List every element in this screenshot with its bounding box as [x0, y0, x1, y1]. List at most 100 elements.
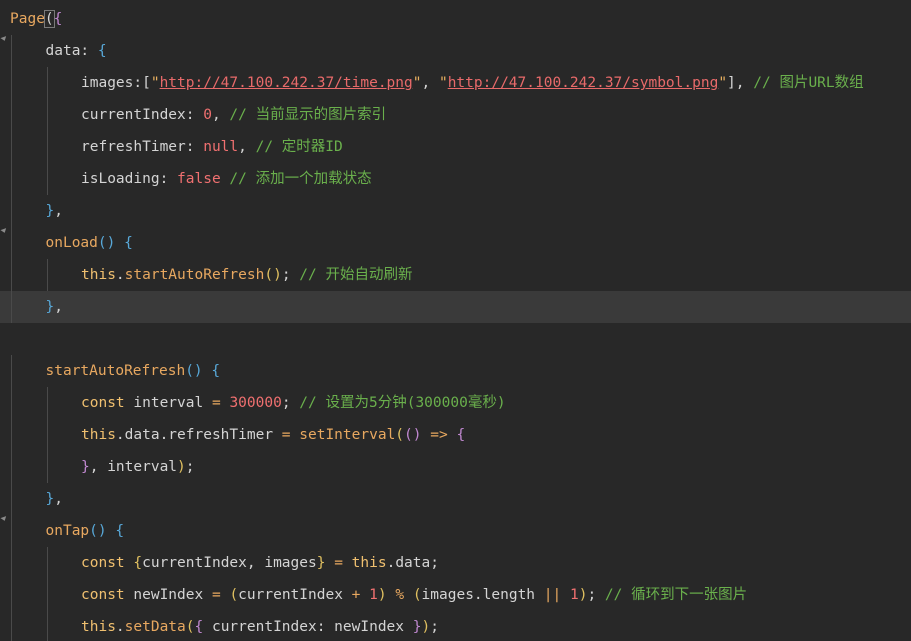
code-text: currentIndex: 0, // 当前显示的图片索引 — [81, 99, 386, 131]
indent-guide — [46, 451, 48, 483]
code-token: currentIndex — [238, 587, 352, 603]
code-line[interactable]: this.startAutoRefresh(); // 开始自动刷新 — [0, 259, 911, 291]
indent-guide — [46, 419, 48, 451]
code-token: } — [81, 459, 90, 475]
code-line[interactable]: }, — [0, 483, 911, 515]
code-token: { — [124, 235, 133, 251]
indent-guide — [11, 131, 12, 163]
code-token: { — [211, 363, 221, 379]
indent-guide — [11, 35, 12, 67]
fold-arrow-icon[interactable] — [0, 228, 8, 234]
code-token: ( — [229, 587, 239, 603]
code-token: images.length — [421, 587, 544, 603]
indent-guide — [11, 483, 12, 515]
code-token: () — [404, 427, 422, 443]
code-text: isLoading: false // 添加一个加载状态 — [81, 163, 372, 195]
fold-arrow-icon[interactable] — [0, 516, 8, 522]
code-line[interactable]: }, — [0, 195, 911, 227]
code-token: " — [718, 75, 728, 91]
code-token: { — [97, 43, 107, 59]
code-token: { — [456, 427, 466, 443]
code-line[interactable]: onTap() { — [0, 515, 911, 547]
code-token: ( — [412, 587, 422, 603]
code-token: { — [115, 523, 125, 539]
code-token: currentIndex: — [81, 107, 204, 123]
code-line[interactable]: const newIndex = (currentIndex + 1) % (i… — [0, 579, 911, 611]
code-line[interactable]: Page({ — [0, 3, 911, 35]
indent-guide — [46, 67, 48, 99]
indent-guide — [46, 611, 48, 641]
code-token: interval — [124, 395, 212, 411]
code-token: ; — [281, 267, 300, 283]
indent-guide — [11, 355, 12, 387]
fold-arrow-icon[interactable] — [0, 36, 8, 42]
code-token: , — [421, 75, 439, 91]
code-token: . — [115, 267, 125, 283]
code-token: ], — [727, 75, 754, 91]
indent-guide — [11, 259, 12, 291]
code-line[interactable]: isLoading: false // 添加一个加载状态 — [0, 163, 911, 195]
code-text: const interval = 300000; // 设置为5分钟(30000… — [81, 387, 506, 419]
code-line[interactable]: const {currentIndex, images} = this.data… — [0, 547, 911, 579]
code-editor[interactable]: Page({data: {images:["http://47.100.242.… — [0, 0, 911, 641]
code-token: startAutoRefresh — [124, 267, 265, 283]
code-token: this — [81, 619, 116, 635]
code-text: }, — [46, 291, 63, 323]
code-line[interactable]: refreshTimer: null, // 定时器ID — [0, 131, 911, 163]
indent-guide — [46, 259, 48, 291]
code-token: ) — [377, 587, 387, 603]
code-line[interactable]: onLoad() { — [0, 227, 911, 259]
indent-guide — [11, 291, 12, 323]
code-token: .data.refreshTimer — [115, 427, 282, 443]
code-line-current[interactable]: }, — [0, 291, 911, 323]
code-comment: // 循环到下一张图片 — [604, 587, 748, 603]
code-text: Page({ — [10, 3, 62, 35]
code-token: ( — [43, 10, 55, 28]
code-text: data: { — [46, 35, 107, 67]
code-comment: // 定时器ID — [255, 139, 343, 155]
code-token: ( — [185, 619, 195, 635]
indent-guide — [11, 547, 12, 579]
code-token: ; — [281, 395, 300, 411]
code-token: = — [281, 427, 291, 443]
indent-guide — [11, 387, 12, 419]
code-token: } — [45, 203, 55, 219]
code-text: const {currentIndex, images} = this.data… — [81, 547, 439, 579]
code-line[interactable]: currentIndex: 0, // 当前显示的图片索引 — [0, 99, 911, 131]
indent-guide — [11, 227, 12, 259]
code-token: " — [438, 75, 448, 91]
code-token: false — [177, 171, 221, 187]
code-line[interactable]: }, interval); — [0, 451, 911, 483]
code-line[interactable] — [0, 323, 911, 355]
code-token: { — [53, 11, 63, 27]
code-token: ) — [177, 459, 186, 475]
indent-guide — [46, 163, 48, 195]
code-token: ) — [421, 619, 431, 635]
indent-guide — [46, 131, 48, 163]
code-string-link[interactable]: http://47.100.242.37/time.png — [160, 75, 413, 91]
code-line[interactable]: images:["http://47.100.242.37/time.png",… — [0, 67, 911, 99]
indent-guide — [11, 451, 12, 483]
code-token: , — [54, 491, 63, 507]
code-line[interactable]: this.data.refreshTimer = setInterval(() … — [0, 419, 911, 451]
code-line[interactable]: this.setData({ currentIndex: newIndex })… — [0, 611, 911, 641]
code-token: 0 — [203, 107, 212, 123]
code-token: setData — [124, 619, 186, 635]
code-token: => — [430, 427, 448, 443]
indent-guide — [11, 163, 12, 195]
code-token: null — [203, 139, 239, 155]
code-text: const newIndex = (currentIndex + 1) % (i… — [81, 579, 747, 611]
code-line[interactable]: const interval = 300000; // 设置为5分钟(30000… — [0, 387, 911, 419]
code-token: . — [115, 619, 125, 635]
code-comment: // 图片URL数组 — [753, 75, 864, 91]
indent-guide — [11, 611, 12, 641]
code-line[interactable]: startAutoRefresh() { — [0, 355, 911, 387]
code-token: { — [194, 619, 204, 635]
code-string-link[interactable]: http://47.100.242.37/symbol.png — [448, 75, 719, 91]
code-token: currentIndex: newIndex — [203, 619, 413, 635]
code-line[interactable]: data: { — [0, 35, 911, 67]
code-token: currentIndex, images — [142, 555, 317, 571]
